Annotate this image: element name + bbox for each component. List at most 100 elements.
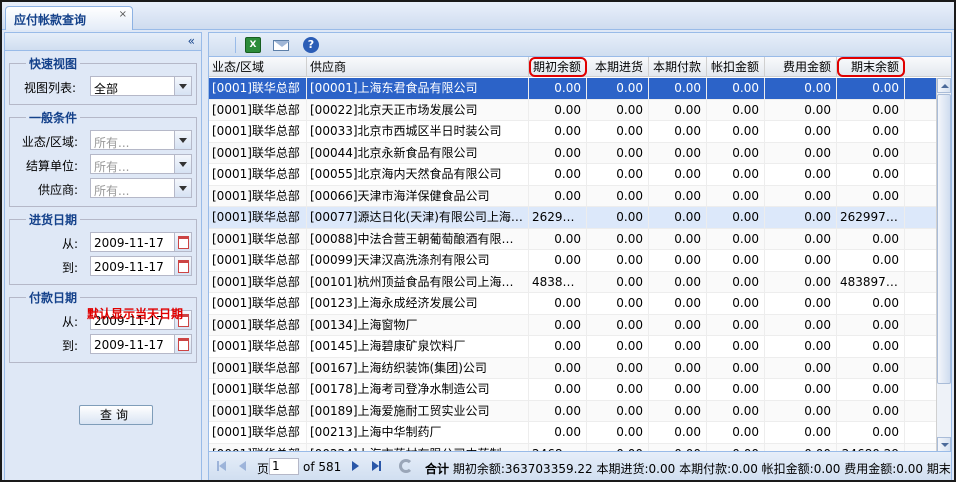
cell-closing-balance: 0.00: [837, 78, 905, 99]
chevron-down-icon[interactable]: [174, 179, 191, 197]
cell-closing-balance: 0.00: [837, 400, 905, 422]
table-row[interactable]: [0001]联华总部 [00123]上海永成经济发展公司 0.00 0.00 0.00 0…: [209, 293, 937, 315]
table-row[interactable]: [0001]联华总部 [00088]中法合营王朝葡萄酿酒有限公司... 0.00 0.…: [209, 228, 937, 250]
mail-icon[interactable]: [273, 40, 290, 51]
general-conditions-legend: 一般条件: [29, 111, 78, 125]
table-row[interactable]: [0001]联华总部 [00066]天津市海洋保健食品公司 0.00 0.00 0.00…: [209, 185, 937, 207]
purchase-to-date-field[interactable]: 2009-11-17: [90, 256, 192, 276]
table-row[interactable]: [0001]联华总部 [00189]上海爱施耐工贸实业公司 0.00 0.00 0.00…: [209, 400, 937, 422]
purchase-date-legend: 进货日期: [29, 213, 78, 227]
table-row[interactable]: [0001]联华总部 [00101]杭州顶益食品有限公司上海分公... 483897…: [209, 271, 937, 293]
table-row[interactable]: [0001]联华总部 [00178]上海考司登净水制造公司 0.00 0.00 0.00…: [209, 379, 937, 401]
table-row[interactable]: [0001]联华总部 [00001]上海东君食品有限公司 0.00 0.00 0.00 0…: [209, 78, 937, 100]
chevron-down-icon[interactable]: [174, 155, 191, 173]
supplier-select[interactable]: 所有...: [90, 178, 192, 198]
chevron-down-icon[interactable]: [174, 77, 191, 95]
table-row[interactable]: [0001]联华总部 [00213]上海中华制药厂 0.00 0.00 0.00 0.00…: [209, 422, 937, 444]
cell-period-payment: 0.00: [649, 293, 707, 314]
scroll-down-icon[interactable]: [937, 437, 951, 452]
table-row[interactable]: [0001]联华总部 [00055]北京海内天然食品有限公司 0.00 0.00 0.0…: [209, 164, 937, 186]
vertical-scrollbar[interactable]: [936, 78, 951, 452]
tab-payable-query[interactable]: 应付帐款查询 ×: [5, 6, 133, 30]
cell-period-payment: 0.00: [649, 422, 707, 443]
totals-summary: 合计 期初余额:363703359.22 本期进货:0.00 本期付款:0.00…: [425, 460, 951, 477]
table-row[interactable]: [0001]联华总部 [00022]北京天正市场发展公司 0.00 0.00 0.00 0…: [209, 99, 937, 121]
scroll-up-icon[interactable]: [937, 78, 951, 93]
cell-period-purchase: 0.00: [587, 357, 649, 379]
cell-fee-amount: 0.00: [765, 207, 837, 228]
cell-opening-balance: 0.00: [529, 250, 587, 271]
cell-region: [0001]联华总部: [209, 379, 307, 400]
cell-supplier: [00022]北京天正市场发展公司: [307, 99, 529, 121]
cell-supplier: [00001]上海东君食品有限公司: [307, 78, 529, 99]
cell-period-purchase: 0.00: [587, 142, 649, 164]
table-row[interactable]: [0001]联华总部 [00134]上海窗物厂 0.00 0.00 0.00 0.00 0.…: [209, 314, 937, 336]
quick-view-legend: 快速视图: [29, 57, 78, 71]
table-row[interactable]: [0001]联华总部 [00099]天津汉高洗涤剂有限公司 0.00 0.00 0.00…: [209, 250, 937, 272]
column-header-closing-balance[interactable]: 期末余额: [837, 57, 905, 77]
payment-to-date-field[interactable]: 2009-11-17: [90, 334, 192, 354]
next-page-icon[interactable]: [349, 460, 361, 472]
purchase-from-value: 2009-11-17: [94, 236, 164, 250]
calendar-icon[interactable]: [174, 335, 191, 353]
settle-unit-select[interactable]: 所有...: [90, 154, 192, 174]
view-list-value: 全部: [94, 82, 119, 96]
excel-export-icon[interactable]: X: [245, 37, 261, 53]
scroll-thumb[interactable]: [937, 94, 951, 384]
cell-period-payment: 0.00: [649, 400, 707, 422]
cell-region: [0001]联华总部: [209, 293, 307, 314]
cell-region: [0001]联华总部: [209, 121, 307, 142]
cell-period-purchase: 0.00: [587, 250, 649, 271]
cell-opening-balance: 0.00: [529, 400, 587, 422]
calendar-icon[interactable]: [174, 233, 191, 251]
cell-deduction-amount: 0.00: [707, 78, 765, 99]
column-header-supplier[interactable]: 供应商: [307, 57, 529, 77]
column-header-deduction-amount[interactable]: 帐扣金额: [707, 57, 765, 77]
cell-opening-balance: 0.00: [529, 121, 587, 142]
column-header-fee-amount[interactable]: 费用金额: [765, 57, 837, 77]
grid-toolbar: X ?: [209, 33, 951, 57]
collapse-panel-button[interactable]: «: [5, 33, 201, 51]
cell-deduction-amount: 0.00: [707, 207, 765, 228]
prev-page-icon[interactable]: [237, 460, 249, 472]
cell-opening-balance: 0.00: [529, 164, 587, 185]
purchase-from-date-field[interactable]: 2009-11-17: [90, 232, 192, 252]
cell-period-payment: 0.00: [649, 121, 707, 142]
table-row[interactable]: [0001]联华总部 [00044]北京永新食品有限公司 0.00 0.00 0.00 0…: [209, 142, 937, 164]
column-header-region[interactable]: 业态/区域: [209, 57, 307, 77]
last-page-icon[interactable]: [369, 460, 381, 472]
column-header-period-payment[interactable]: 本期付款: [649, 57, 707, 77]
cell-period-purchase: 0.00: [587, 121, 649, 142]
cell-fee-amount: 0.00: [765, 250, 837, 271]
cell-opening-balance: 0.00: [529, 314, 587, 336]
table-row[interactable]: [0001]联华总部 [00167]上海纺织装饰(集团)公司 0.00 0.00 0.0…: [209, 357, 937, 379]
calendar-icon[interactable]: [174, 257, 191, 275]
general-conditions-group: 一般条件 业态/区域: 所有... 结算单位: 所有... 供应商: 所有...: [9, 109, 197, 207]
cell-supplier: [00123]上海永成经济发展公司: [307, 293, 529, 314]
cell-period-payment: 0.00: [649, 185, 707, 207]
column-header-period-purchase[interactable]: 本期进货: [587, 57, 649, 77]
close-icon[interactable]: ×: [119, 9, 127, 20]
refresh-icon[interactable]: [399, 459, 413, 473]
cell-region: [0001]联华总部: [209, 207, 307, 228]
table-row[interactable]: [0001]联华总部 [00077]源达日化(天津)有限公司上海分... 26299…: [209, 207, 937, 229]
column-header-opening-balance[interactable]: 期初余额: [529, 57, 587, 77]
cell-region: [0001]联华总部: [209, 99, 307, 121]
view-list-select[interactable]: 全部: [90, 76, 192, 96]
first-page-icon[interactable]: [217, 460, 229, 472]
help-icon[interactable]: ?: [303, 37, 319, 53]
table-row[interactable]: [0001]联华总部 [00145]上海碧康矿泉饮料厂 0.00 0.00 0.00 0.…: [209, 336, 937, 358]
cell-deduction-amount: 0.00: [707, 400, 765, 422]
cell-closing-balance: 0.00: [837, 185, 905, 207]
cell-deduction-amount: 0.00: [707, 336, 765, 357]
query-button[interactable]: 查询: [79, 405, 153, 425]
table-row[interactable]: [0001]联华总部 [00033]北京市西城区半日时装公司 0.00 0.00 0.0…: [209, 121, 937, 143]
tab-strip: 应付帐款查询 ×: [2, 2, 954, 30]
view-list-label: 视图列表:: [23, 81, 76, 95]
cell-opening-balance: 0.00: [529, 142, 587, 164]
page-number-input[interactable]: 1: [269, 458, 299, 475]
quick-view-group: 快速视图 视图列表: 全部: [9, 55, 197, 105]
grid-header: 业态/区域 供应商 期初余额 本期进货 本期付款 帐扣金额 费用金额 期末余额: [209, 57, 951, 77]
chevron-down-icon[interactable]: [174, 131, 191, 149]
region-select[interactable]: 所有...: [90, 130, 192, 150]
